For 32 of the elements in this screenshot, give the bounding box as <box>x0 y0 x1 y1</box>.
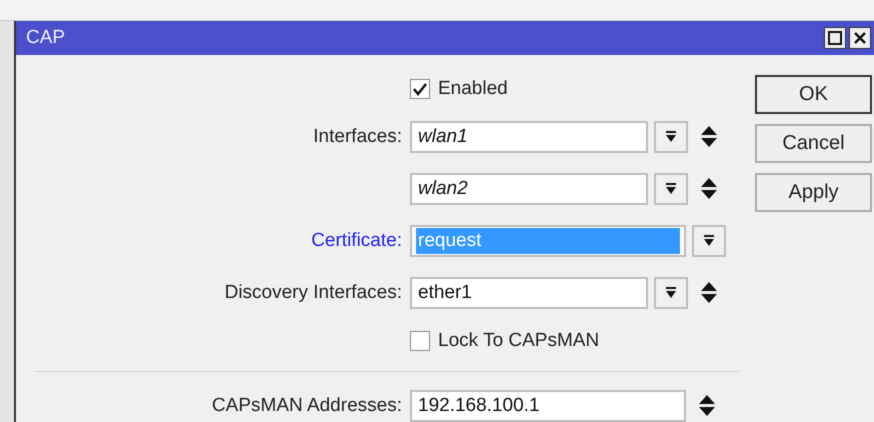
dropdown-button[interactable] <box>654 121 688 153</box>
maximize-icon <box>828 31 842 45</box>
dialog-button[interactable]: Cancel <box>755 124 872 163</box>
up-down-arrows-icon[interactable] <box>700 281 718 305</box>
close-button[interactable] <box>849 27 871 49</box>
field-label: CAPsMAN Addresses: <box>212 395 402 417</box>
dropdown-arrow-icon <box>665 183 677 195</box>
dropdown-button[interactable] <box>692 225 726 257</box>
checkbox-label: Enabled <box>438 78 508 100</box>
input-field[interactable]: wlan2 <box>410 173 648 205</box>
dropdown-button[interactable] <box>654 173 688 205</box>
dropdown-arrow-icon <box>703 235 715 247</box>
field-label: Certificate: <box>311 230 402 252</box>
input-field[interactable]: ether1 <box>410 277 648 309</box>
dialog-button[interactable]: Apply <box>755 173 872 212</box>
window-title: CAP <box>26 27 66 49</box>
checkbox[interactable] <box>410 331 430 351</box>
dropdown-button[interactable] <box>654 277 688 309</box>
up-down-arrows-icon[interactable] <box>700 125 718 149</box>
checkbox-label: Lock To CAPsMAN <box>438 330 600 352</box>
close-icon <box>853 31 867 45</box>
checkbox[interactable] <box>410 79 430 99</box>
dropdown-arrow-icon <box>665 131 677 143</box>
dialog-button[interactable]: OK <box>755 75 872 114</box>
input-field[interactable]: 192.168.100.1 <box>410 390 686 422</box>
up-down-arrows-icon[interactable] <box>700 177 718 201</box>
up-down-arrows-icon[interactable] <box>698 394 716 418</box>
input-field[interactable]: wlan1 <box>410 121 648 153</box>
field-label: Interfaces: <box>313 126 402 148</box>
dropdown-arrow-icon <box>665 287 677 299</box>
maximize-button[interactable] <box>824 27 846 49</box>
field-label: Discovery Interfaces: <box>224 282 402 304</box>
